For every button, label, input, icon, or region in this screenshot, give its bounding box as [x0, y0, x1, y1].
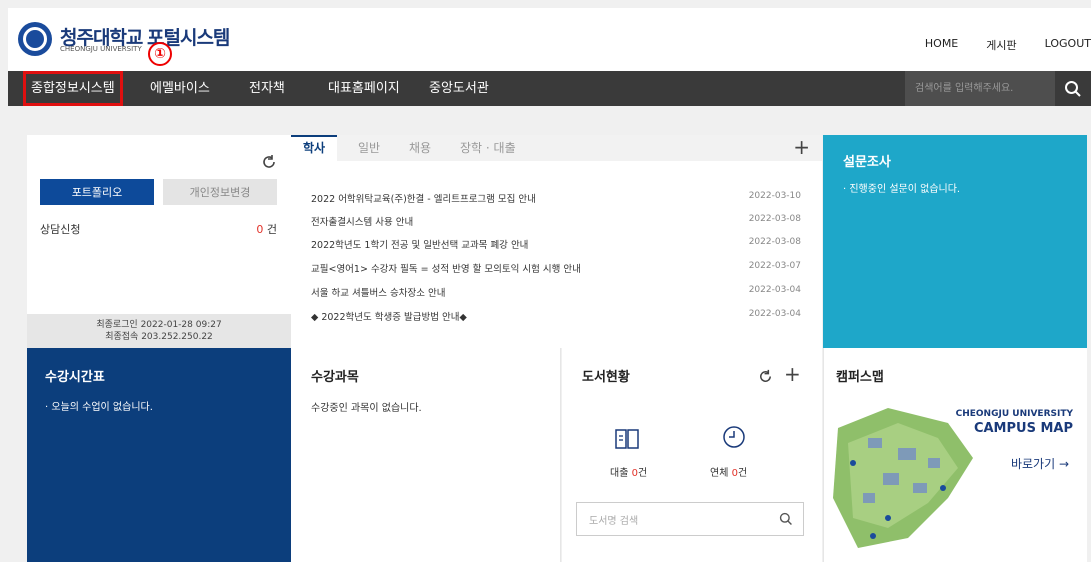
tab-general[interactable]: 일반 [358, 135, 380, 161]
notice-item[interactable]: 2022 어학위탁교육(주)한결 - 엘리트프로그램 모집 안내 2022-03-… [311, 191, 801, 207]
notice-title: ◆ 2022학년도 학생증 발급방법 안내◆ [311, 312, 467, 323]
book-loan-icon[interactable] [614, 426, 640, 452]
search-button[interactable] [1055, 71, 1091, 106]
last-login: 최종로그인 2022-01-28 09:27 [96, 320, 222, 330]
campus-map-link[interactable]: 바로가기 → [1011, 455, 1069, 472]
notice-date: 2022-03-08 [748, 237, 801, 247]
header: 청주대학교 CHEONGJU UNIVERSITY 포털시스템 ① HOME 게… [8, 8, 1091, 71]
book-search-placeholder: 도서명 검색 [589, 515, 639, 527]
notice-date: 2022-03-04 [748, 285, 801, 295]
annotation-marker: ① [148, 42, 172, 66]
last-access: 최종접속 203.252.250.22 [105, 332, 213, 342]
consult-count-unit: 건 [266, 223, 277, 236]
notice-title: 2022 어학위탁교육(주)한결 - 엘리트프로그램 모집 안내 [311, 194, 536, 205]
timetable-title[interactable]: 수강시간표 [45, 366, 105, 385]
notice-title: 전자출결시스템 사용 안내 [311, 217, 414, 228]
main-nav: 종합정보시스템 에멜바이스 전자책 대표홈페이지 중앙도서관 검색어를 입력해주… [8, 71, 1091, 106]
search-icon [1065, 80, 1081, 97]
survey-panel: 설문조사 · 진행중인 설문이 없습니다. [823, 135, 1087, 348]
library-more-button[interactable]: + [784, 362, 801, 386]
top-links: HOME 게시판 LOGOUT [925, 37, 1091, 53]
loan-unit: 건 [637, 468, 648, 479]
notice-tabs: 학사 일반 채용 장학 · 대출 + [291, 135, 822, 161]
tab-scholarship[interactable]: 장학 · 대출 [460, 135, 516, 161]
library-panel: 도서현황 + 대출 0건 연체 0건 도서명 검색 [562, 348, 822, 562]
courses-empty-text: 수강중인 과목이 없습니다. [311, 403, 422, 414]
refresh-icon[interactable] [260, 153, 278, 171]
timetable-empty-text: · 오늘의 수업이 없습니다. [45, 402, 153, 413]
overdue-unit: 건 [737, 468, 748, 479]
overdue-status: 연체 0건 [710, 464, 747, 479]
board-link[interactable]: 게시판 [986, 37, 1016, 53]
notice-title: 2022학년도 1학기 전공 및 일반선택 교과목 폐강 안내 [311, 240, 529, 251]
notice-date: 2022-03-10 [748, 191, 801, 201]
portfolio-button[interactable]: 포트폴리오 [40, 179, 154, 205]
survey-empty-text: · 진행중인 설문이 없습니다. [843, 184, 961, 195]
library-title[interactable]: 도서현황 [582, 366, 630, 385]
campus-map-name: CHEONGJU UNIVERSITY CAMPUS MAP [956, 409, 1073, 436]
nav-item-emelbias[interactable]: 에멜바이스 [150, 71, 210, 106]
notice-item[interactable]: 전자출결시스템 사용 안내 2022-03-08 [311, 214, 801, 230]
courses-title[interactable]: 수강과목 [311, 366, 359, 385]
search-input[interactable]: 검색어를 입력해주세요. [905, 71, 1055, 106]
loan-label: 대출 [610, 468, 629, 479]
privacy-settings-button[interactable]: 개인정보변경 [163, 179, 277, 205]
notice-item[interactable]: ◆ 2022학년도 학생증 발급방법 안내◆ 2022-03-04 [311, 309, 801, 325]
notice-date: 2022-03-07 [748, 261, 801, 271]
notice-date: 2022-03-08 [748, 214, 801, 224]
campus-map-title[interactable]: 캠퍼스맵 [836, 366, 884, 385]
logout-link[interactable]: LOGOUT [1045, 37, 1091, 53]
consult-request-link[interactable]: 상담신청 [40, 221, 80, 237]
refresh-icon[interactable] [757, 368, 774, 385]
profile-panel: 포트폴리오 개인정보변경 상담신청 0 건 최종로그인 2022-01-28 0… [27, 135, 291, 348]
survey-title[interactable]: 설문조사 [843, 151, 891, 170]
nav-item-academic-system[interactable]: 종합정보시스템 [23, 71, 123, 106]
notice-item[interactable]: 교필<영어1> 수강자 필독 = 성적 반영 할 모의토익 시험 시행 안내 20… [311, 261, 801, 277]
notice-item[interactable]: 서울 하교 셔틀버스 승차장소 안내 2022-03-04 [311, 285, 801, 301]
nav-item-central-library[interactable]: 중앙도서관 [429, 71, 489, 106]
consult-count-value: 0 [256, 223, 264, 236]
nav-item-ebook[interactable]: 전자책 [249, 71, 285, 106]
campus-map-name-line1: CHEONGJU UNIVERSITY [955, 409, 1073, 419]
notice-more-button[interactable]: + [793, 135, 810, 159]
notice-item[interactable]: 2022학년도 1학기 전공 및 일반선택 교과목 폐강 안내 2022-03-0… [311, 237, 801, 253]
notice-title: 서울 하교 셔틀버스 승차장소 안내 [311, 288, 446, 299]
search-icon[interactable] [779, 512, 793, 526]
book-search-input[interactable]: 도서명 검색 [576, 502, 804, 536]
courses-panel: 수강과목 수강중인 과목이 없습니다. [291, 348, 561, 562]
campus-map-panel: 캠퍼스맵 CHEONGJU UNIVERSITY CAMPUS MAP 바로가기… [823, 348, 1087, 562]
loan-status: 대출 0건 [610, 464, 647, 479]
timetable-panel: 수강시간표 · 오늘의 수업이 없습니다. [27, 348, 291, 562]
nav-item-homepage[interactable]: 대표홈페이지 [328, 71, 400, 106]
notice-date: 2022-03-04 [748, 309, 801, 319]
clock-overdue-icon[interactable] [721, 424, 747, 450]
university-logo-icon[interactable] [18, 22, 52, 56]
notice-title: 교필<영어1> 수강자 필독 = 성적 반영 할 모의토익 시험 시행 안내 [311, 264, 581, 275]
overdue-label: 연체 [710, 468, 729, 479]
home-link[interactable]: HOME [925, 37, 958, 53]
consult-count: 0 건 [256, 221, 277, 237]
tab-academic[interactable]: 학사 [291, 135, 338, 161]
login-info: 최종로그인 2022-01-28 09:27 최종접속 203.252.250.… [27, 314, 291, 348]
notice-panel: 학사 일반 채용 장학 · 대출 + 2022 어학위탁교육(주)한결 - 엘리… [291, 135, 822, 348]
university-subtitle: CHEONGJU UNIVERSITY [60, 45, 142, 53]
tab-recruit[interactable]: 채용 [409, 135, 431, 161]
campus-map-name-line2: CAMPUS MAP [973, 421, 1073, 436]
